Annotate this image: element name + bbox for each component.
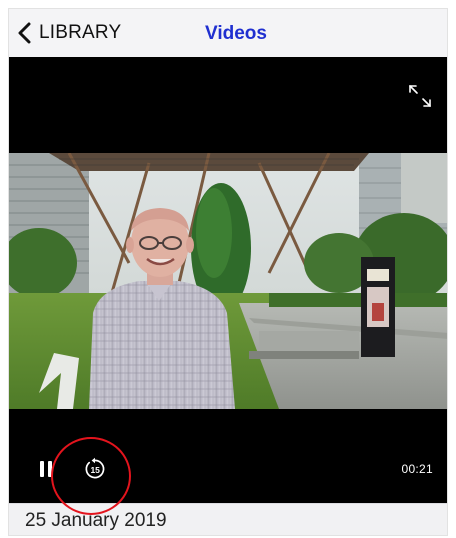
navigation-bar: LIBRARY Videos (9, 9, 447, 58)
back-button-label: LIBRARY (39, 22, 122, 43)
fullscreen-button[interactable] (407, 83, 433, 109)
pause-button[interactable] (39, 461, 53, 477)
expand-icon (409, 85, 431, 107)
video-viewer: LIBRARY Videos 15 00:21 25 January 2019 (8, 8, 448, 536)
chevron-left-icon (18, 22, 31, 44)
video-date: 25 January 2019 (25, 510, 167, 531)
video-still-image (9, 153, 447, 409)
page-title-text: Videos (205, 23, 267, 44)
skip-back-seconds: 15 (90, 465, 100, 475)
pause-bar-right (48, 461, 52, 477)
video-info-bar: 25 January 2019 (9, 503, 447, 535)
video-player[interactable]: 15 00:21 (9, 57, 447, 503)
rewind-15-icon: 15 (85, 457, 105, 479)
back-button[interactable]: LIBRARY (17, 19, 121, 47)
skip-back-button[interactable]: 15 (83, 457, 107, 481)
playback-controls: 15 00:21 (9, 449, 447, 489)
pause-bar-left (40, 461, 44, 477)
video-frame[interactable] (9, 153, 447, 409)
elapsed-time: 00:21 (401, 462, 433, 476)
